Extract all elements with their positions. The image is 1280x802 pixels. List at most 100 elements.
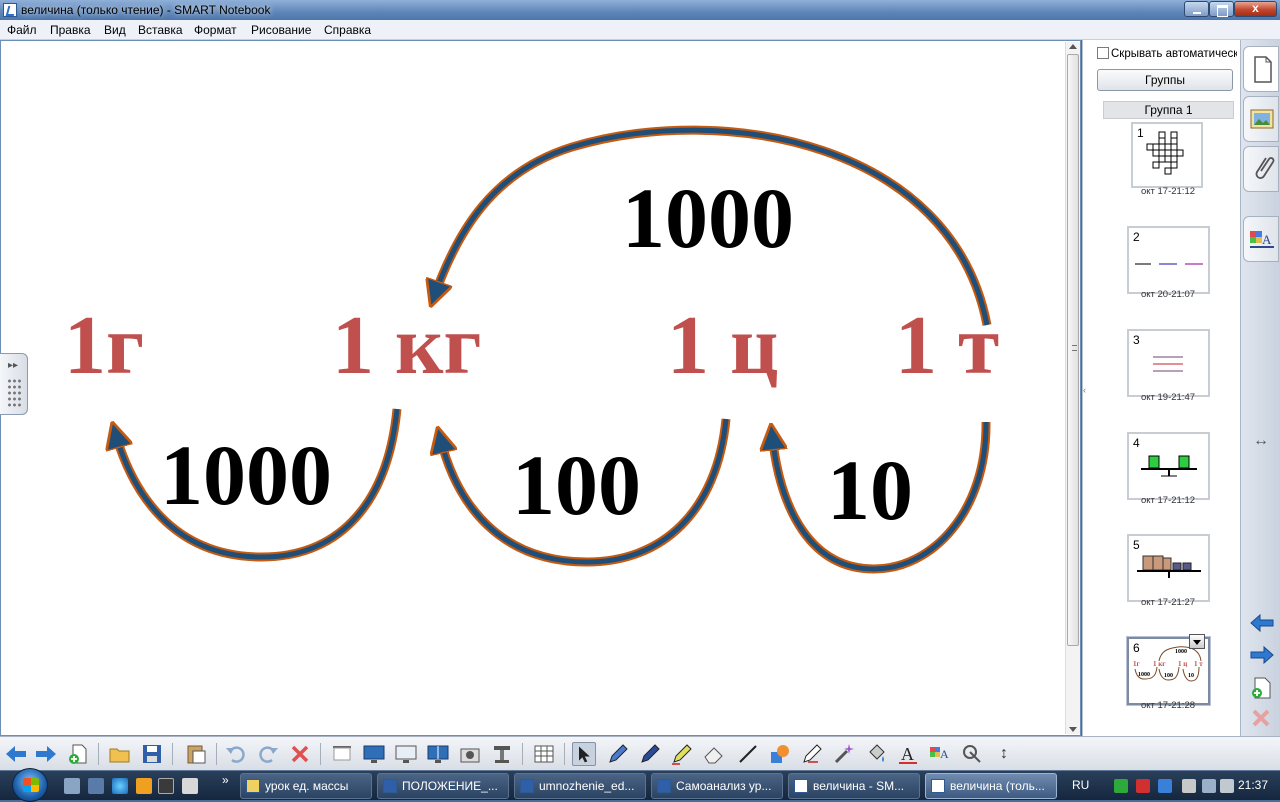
internet-explorer-icon[interactable] (112, 778, 128, 794)
taskbar-button[interactable]: урок ед. массы (240, 773, 372, 799)
tray-check-icon[interactable] (1114, 779, 1128, 793)
menu-format[interactable]: Формат (194, 23, 237, 37)
highlighter-icon[interactable] (670, 742, 694, 766)
text-icon[interactable]: A (896, 742, 920, 766)
page-thumbnail-5[interactable]: 5 (1127, 534, 1210, 602)
factor-t-to-kg[interactable]: 1000 (622, 175, 794, 261)
table-icon[interactable] (532, 742, 556, 766)
line-tool-icon[interactable] (736, 742, 760, 766)
redo-icon[interactable] (256, 742, 280, 766)
vertical-scrollbar[interactable] (1065, 42, 1080, 734)
taskbar-button[interactable]: ПОЛОЖЕНИЕ_... (377, 773, 509, 799)
switch-windows-icon[interactable] (88, 778, 104, 794)
scroll-thumb[interactable] (1067, 54, 1079, 646)
tab-gallery[interactable] (1243, 96, 1279, 142)
full-screen-icon[interactable] (362, 742, 386, 766)
mini-factor: 1000 (1175, 649, 1187, 655)
close-button[interactable]: x (1234, 1, 1277, 17)
menu-edit[interactable]: Правка (50, 23, 91, 37)
back-arrow-icon[interactable] (4, 742, 28, 766)
unit-ton[interactable]: 1 т (895, 304, 999, 388)
next-page-icon[interactable] (1249, 645, 1275, 665)
taskbar-button[interactable]: umnozhenie_ed... (514, 773, 646, 799)
show-desktop-icon[interactable] (64, 778, 80, 794)
dual-page-icon[interactable] (426, 742, 450, 766)
factor-c-to-kg[interactable]: 100 (512, 442, 641, 528)
screen-shade-icon[interactable] (330, 742, 354, 766)
document-camera-icon[interactable] (490, 742, 514, 766)
save-icon[interactable] (140, 742, 164, 766)
menu-file[interactable]: Файл (7, 23, 37, 37)
groups-button[interactable]: Группы (1097, 69, 1233, 91)
measurement-tools-icon[interactable] (960, 742, 984, 766)
notebook-page-canvas[interactable]: 1г 1 кг 1 ц 1 т 1000 1000 100 10 (2, 42, 1064, 734)
menu-draw[interactable]: Рисование (251, 23, 311, 37)
properties-toolbar-icon[interactable]: A (928, 742, 952, 766)
tray-app-icon[interactable] (1158, 779, 1172, 793)
group-header[interactable]: Группа 1 (1103, 101, 1234, 119)
taskbar-button[interactable]: величина - SM... (788, 773, 920, 799)
factor-t-to-c[interactable]: 10 (827, 447, 913, 533)
tray-action-center-icon[interactable] (1182, 779, 1196, 793)
resize-handle-icon[interactable]: ↔ (1253, 432, 1269, 450)
factor-kg-to-g[interactable]: 1000 (160, 432, 332, 518)
shapes-icon[interactable] (768, 742, 792, 766)
forward-arrow-icon[interactable] (34, 742, 58, 766)
clock[interactable]: 21:37 (1238, 778, 1268, 792)
smart-notebook-app-icon[interactable] (3, 3, 17, 17)
scroll-up-icon[interactable] (1069, 44, 1077, 49)
unit-gram[interactable]: 1г (64, 304, 144, 388)
transparent-background-icon[interactable] (394, 742, 418, 766)
media-player-icon[interactable] (136, 778, 152, 794)
select-tool-button[interactable] (572, 742, 596, 766)
tray-antivirus-icon[interactable] (1136, 779, 1150, 793)
page-thumbnail-4[interactable]: 4 (1127, 432, 1210, 500)
taskbar-button[interactable]: Самоанализ ур... (651, 773, 783, 799)
unit-kilogram[interactable]: 1 кг (332, 304, 482, 388)
toolbar-resize-icon[interactable]: ↕ (992, 742, 1016, 766)
add-page-icon[interactable] (1249, 676, 1273, 700)
taskbar-button-active[interactable]: величина (толь... (925, 773, 1057, 799)
tray-volume-icon[interactable] (1220, 779, 1234, 793)
menu-insert[interactable]: Вставка (138, 23, 183, 37)
eraser-icon[interactable] (702, 742, 726, 766)
previous-page-icon[interactable] (1249, 613, 1275, 633)
fill-icon[interactable] (864, 742, 888, 766)
unit-centner[interactable]: 1 ц (667, 304, 778, 388)
menu-view[interactable]: Вид (104, 23, 126, 37)
page-thumbnail-3[interactable]: 3 (1127, 329, 1210, 397)
tab-page-sorter[interactable] (1243, 46, 1279, 92)
scroll-down-icon[interactable] (1069, 727, 1077, 732)
menu-help[interactable]: Справка (324, 23, 371, 37)
calculator-icon[interactable] (158, 778, 174, 794)
notepad-icon[interactable] (182, 778, 198, 794)
mini-unit: 1 кг (1153, 660, 1165, 668)
language-indicator[interactable]: RU (1072, 778, 1089, 792)
side-panel-handle[interactable]: ▸▸ (0, 353, 28, 415)
page-menu-dropdown-icon[interactable] (1189, 634, 1205, 649)
shape-recognition-pen-icon[interactable] (800, 742, 824, 766)
pen-icon[interactable] (606, 742, 630, 766)
more-chevron-icon[interactable]: » (222, 773, 229, 787)
add-page-toolbar-icon[interactable] (66, 742, 90, 766)
tab-attachments[interactable] (1243, 146, 1279, 192)
smart-notebook-icon (931, 779, 945, 793)
paste-icon[interactable] (184, 742, 208, 766)
delete-page-icon[interactable] (1251, 708, 1271, 728)
maximize-button[interactable] (1209, 1, 1234, 17)
tab-properties[interactable]: A (1243, 216, 1279, 262)
minimize-button[interactable] (1184, 1, 1209, 17)
delete-icon[interactable] (288, 742, 312, 766)
page-thumbnail-2[interactable]: 2 (1127, 226, 1210, 294)
start-button[interactable] (12, 768, 48, 802)
open-folder-icon[interactable] (108, 742, 132, 766)
undo-icon[interactable] (224, 742, 248, 766)
creative-pen-icon[interactable] (638, 742, 662, 766)
magic-pen-icon[interactable] (832, 742, 856, 766)
panel-resize-mark[interactable]: ‹ (1083, 385, 1086, 395)
page-thumbnail-1[interactable]: 1 (1131, 122, 1203, 188)
screen-capture-icon[interactable] (458, 742, 482, 766)
tray-network-icon[interactable] (1202, 779, 1216, 793)
auto-hide-checkbox-row[interactable]: Скрывать автоматическ (1097, 47, 1237, 60)
auto-hide-checkbox[interactable] (1097, 47, 1109, 59)
